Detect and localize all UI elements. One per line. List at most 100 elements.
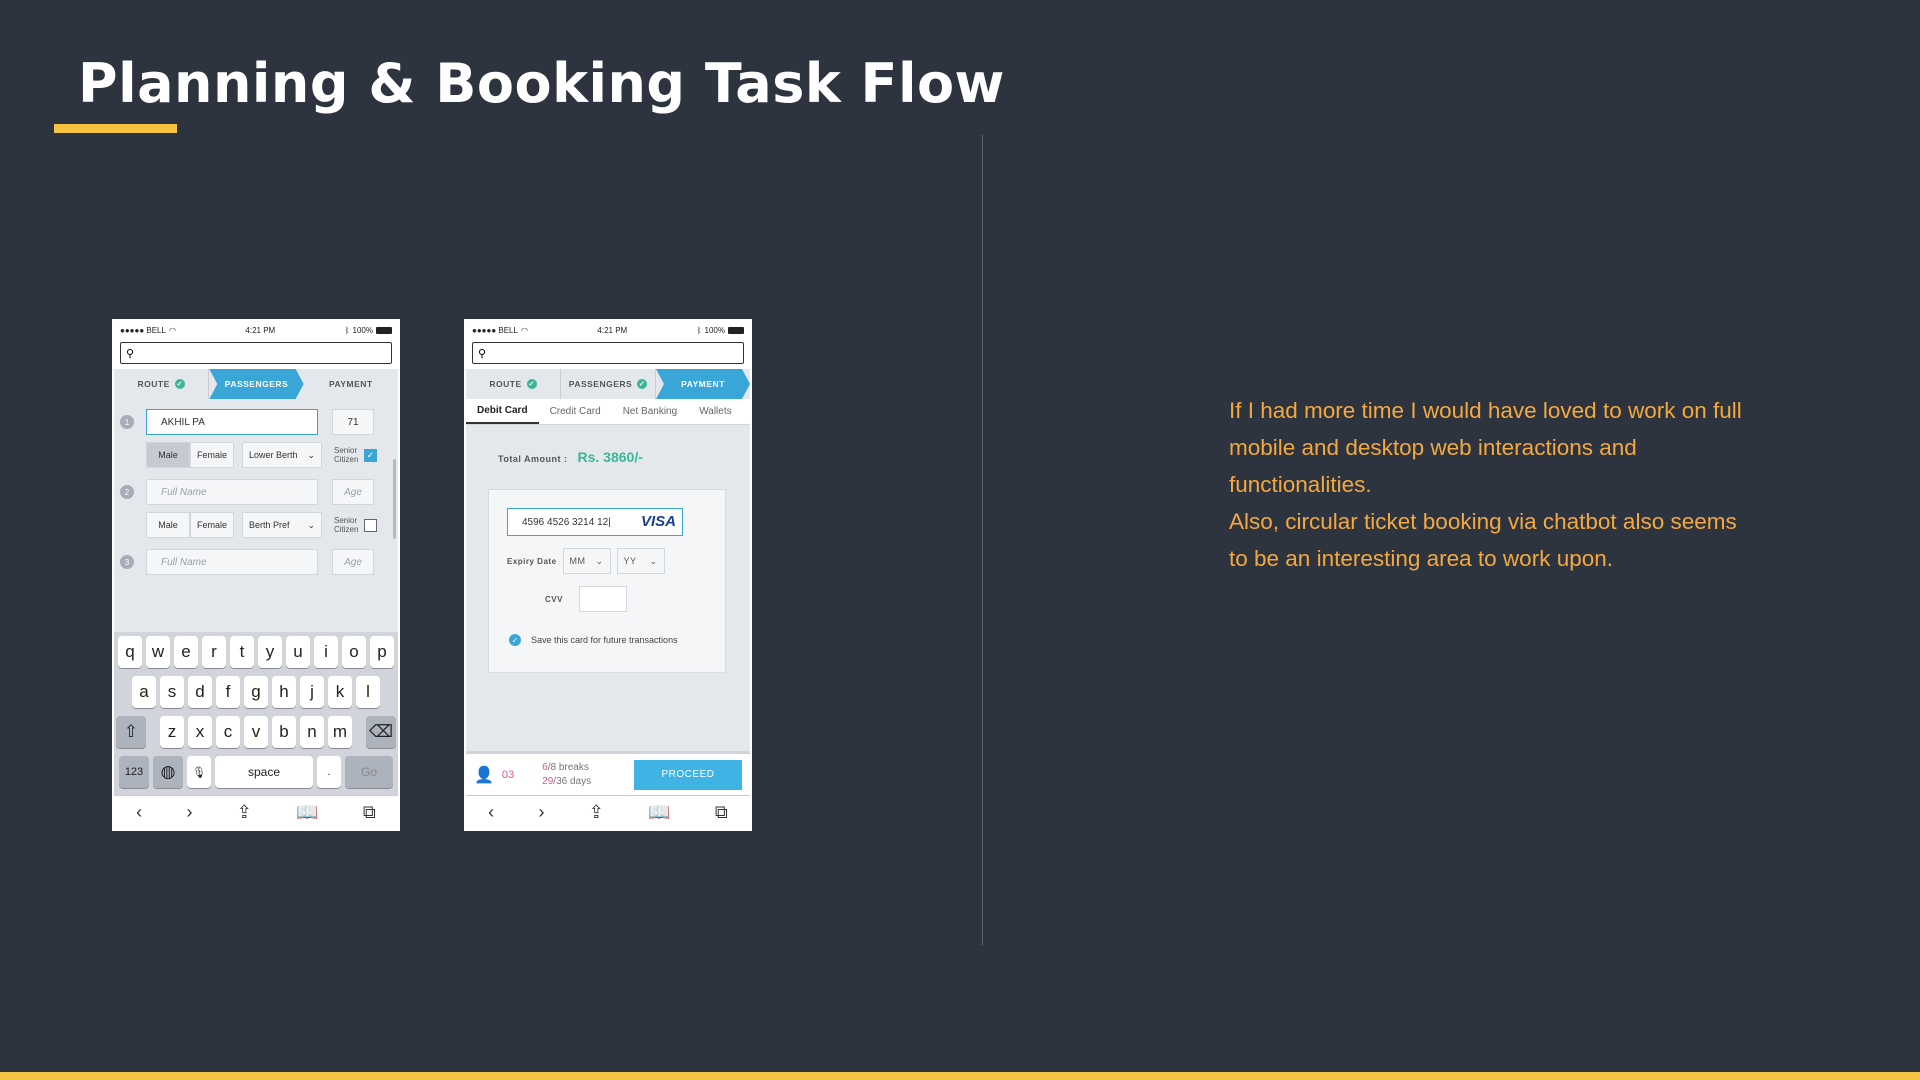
share-icon[interactable]: ⇪ [589, 802, 604, 823]
chevron-down-icon: ⌄ [307, 449, 315, 460]
share-icon[interactable]: ⇪ [237, 802, 252, 823]
key[interactable]: a [132, 676, 156, 708]
expiry-month-select[interactable]: MM ⌄ [562, 548, 611, 574]
gender-female[interactable]: Female [190, 512, 234, 538]
step-route[interactable]: ROUTE ✓ [114, 369, 210, 399]
name-field[interactable]: Full Name [146, 549, 318, 575]
cvv-label: CVV [545, 594, 563, 604]
key[interactable]: b [272, 716, 296, 748]
card-number-field[interactable]: 4596 4526 3214 12| VISA [507, 508, 683, 536]
step-passengers[interactable]: PASSENGERS ✓ [561, 369, 656, 399]
expiry-year-select[interactable]: YY ⌄ [616, 548, 665, 574]
space-key[interactable]: space [215, 756, 313, 788]
age-field[interactable]: Age [332, 549, 374, 575]
gender-female[interactable]: Female [190, 442, 234, 468]
key[interactable]: o [342, 636, 366, 668]
card-number-value: 4596 4526 3214 12| [522, 516, 611, 528]
key[interactable]: n [300, 716, 324, 748]
gender-male[interactable]: Male [146, 442, 190, 468]
search-icon: ⚲ [126, 347, 135, 360]
key[interactable]: l [356, 676, 380, 708]
step-route[interactable]: ROUTE ✓ [466, 369, 561, 399]
tab-debit-card[interactable]: Debit Card [466, 399, 539, 424]
cvv-row: CVV [545, 586, 627, 612]
senior-checkbox[interactable] [364, 518, 377, 532]
key[interactable]: m [328, 716, 352, 748]
tab-credit-card[interactable]: Credit Card [539, 399, 612, 424]
name-field[interactable]: Full Name [146, 479, 318, 505]
back-icon[interactable]: ‹ [136, 802, 142, 823]
key[interactable]: h [272, 676, 296, 708]
tab-net-banking[interactable]: Net Banking [612, 399, 688, 424]
month-value: MM [569, 556, 586, 566]
key[interactable]: c [216, 716, 240, 748]
key[interactable]: e [174, 636, 198, 668]
go-key[interactable]: Go [345, 756, 393, 788]
key[interactable]: k [328, 676, 352, 708]
passenger-options: Male Female Lower Berth ⌄ Senior Citizen … [114, 437, 398, 473]
back-icon[interactable]: ‹ [488, 802, 494, 823]
tabs-icon[interactable]: ⧉ [363, 802, 376, 823]
tab-wallets[interactable]: Wallets [688, 399, 742, 424]
age-field[interactable]: 71 [332, 409, 374, 435]
check-icon: ✓ [526, 379, 537, 389]
tabs-icon[interactable]: ⧉ [715, 802, 728, 823]
globe-icon[interactable]: ◍ [153, 756, 183, 788]
check-icon: ✓ [637, 379, 648, 389]
battery-percent: 100% [704, 325, 725, 335]
key[interactable]: t [230, 636, 254, 668]
search-input[interactable]: ⚲ [472, 342, 744, 364]
key[interactable]: p [370, 636, 394, 668]
step-payment[interactable]: PAYMENT [656, 369, 750, 399]
key[interactable]: g [244, 676, 268, 708]
proceed-button[interactable]: PROCEED [634, 759, 742, 790]
shift-key[interactable]: ⇧ [116, 716, 146, 748]
clock: 4:21 PM [597, 325, 628, 335]
step-passengers[interactable]: PASSENGERS [209, 369, 303, 399]
key[interactable]: d [188, 676, 212, 708]
chevron-down-icon: ⌄ [307, 519, 315, 530]
name-field[interactable]: AKHIL PA [146, 409, 318, 435]
forward-icon[interactable]: › [186, 802, 192, 823]
cvv-field[interactable] [578, 586, 627, 612]
numbers-key[interactable]: 123 [119, 756, 149, 788]
key[interactable]: y [258, 636, 282, 668]
wifi-icon: ◠ [168, 325, 176, 335]
key[interactable]: q [118, 636, 142, 668]
senior-checkbox[interactable]: ✓ [364, 448, 377, 462]
step-payment[interactable]: PAYMENT [304, 369, 398, 399]
dot-key[interactable]: . [317, 756, 341, 788]
key[interactable]: r [202, 636, 226, 668]
expiry-label: Expiry Date [507, 556, 557, 566]
key[interactable]: j [300, 676, 324, 708]
key[interactable]: f [216, 676, 240, 708]
key[interactable]: v [244, 716, 268, 748]
step-label: PAYMENT [328, 379, 373, 389]
key[interactable]: w [146, 636, 170, 668]
title-underline [54, 124, 177, 133]
keyboard-row-1: q w e r t y u i o p [116, 636, 396, 668]
berth-select[interactable]: Lower Berth ⌄ [242, 442, 322, 468]
backspace-key[interactable]: ⌫ [366, 716, 396, 748]
search-input[interactable]: ⚲ [120, 342, 392, 364]
forward-icon[interactable]: › [538, 802, 544, 823]
age-field[interactable]: Age [332, 479, 374, 505]
vertical-divider [982, 135, 983, 945]
check-icon: ✓ [509, 634, 521, 646]
battery-icon [727, 326, 744, 334]
bookmarks-icon[interactable]: 📖 [648, 802, 670, 823]
save-card-option[interactable]: ✓ Save this card for future transactions [509, 634, 678, 646]
key[interactable]: u [286, 636, 310, 668]
berth-select[interactable]: Berth Pref ⌄ [242, 512, 322, 538]
phone-passengers-screen: ●●●●● BELL ◠ 4:21 PM ᛒ 100% ⚲ ROUTE ✓ PASSE… [112, 319, 400, 831]
placeholder: Full Name [161, 556, 207, 568]
mic-icon[interactable]: 🎙 [187, 756, 211, 788]
gender-male[interactable]: Male [146, 512, 190, 538]
key[interactable]: i [314, 636, 338, 668]
days-count: 29 [542, 775, 554, 787]
key[interactable]: z [160, 716, 184, 748]
bookmarks-icon[interactable]: 📖 [296, 802, 318, 823]
scrollbar[interactable] [393, 459, 396, 539]
key[interactable]: x [188, 716, 212, 748]
key[interactable]: s [160, 676, 184, 708]
